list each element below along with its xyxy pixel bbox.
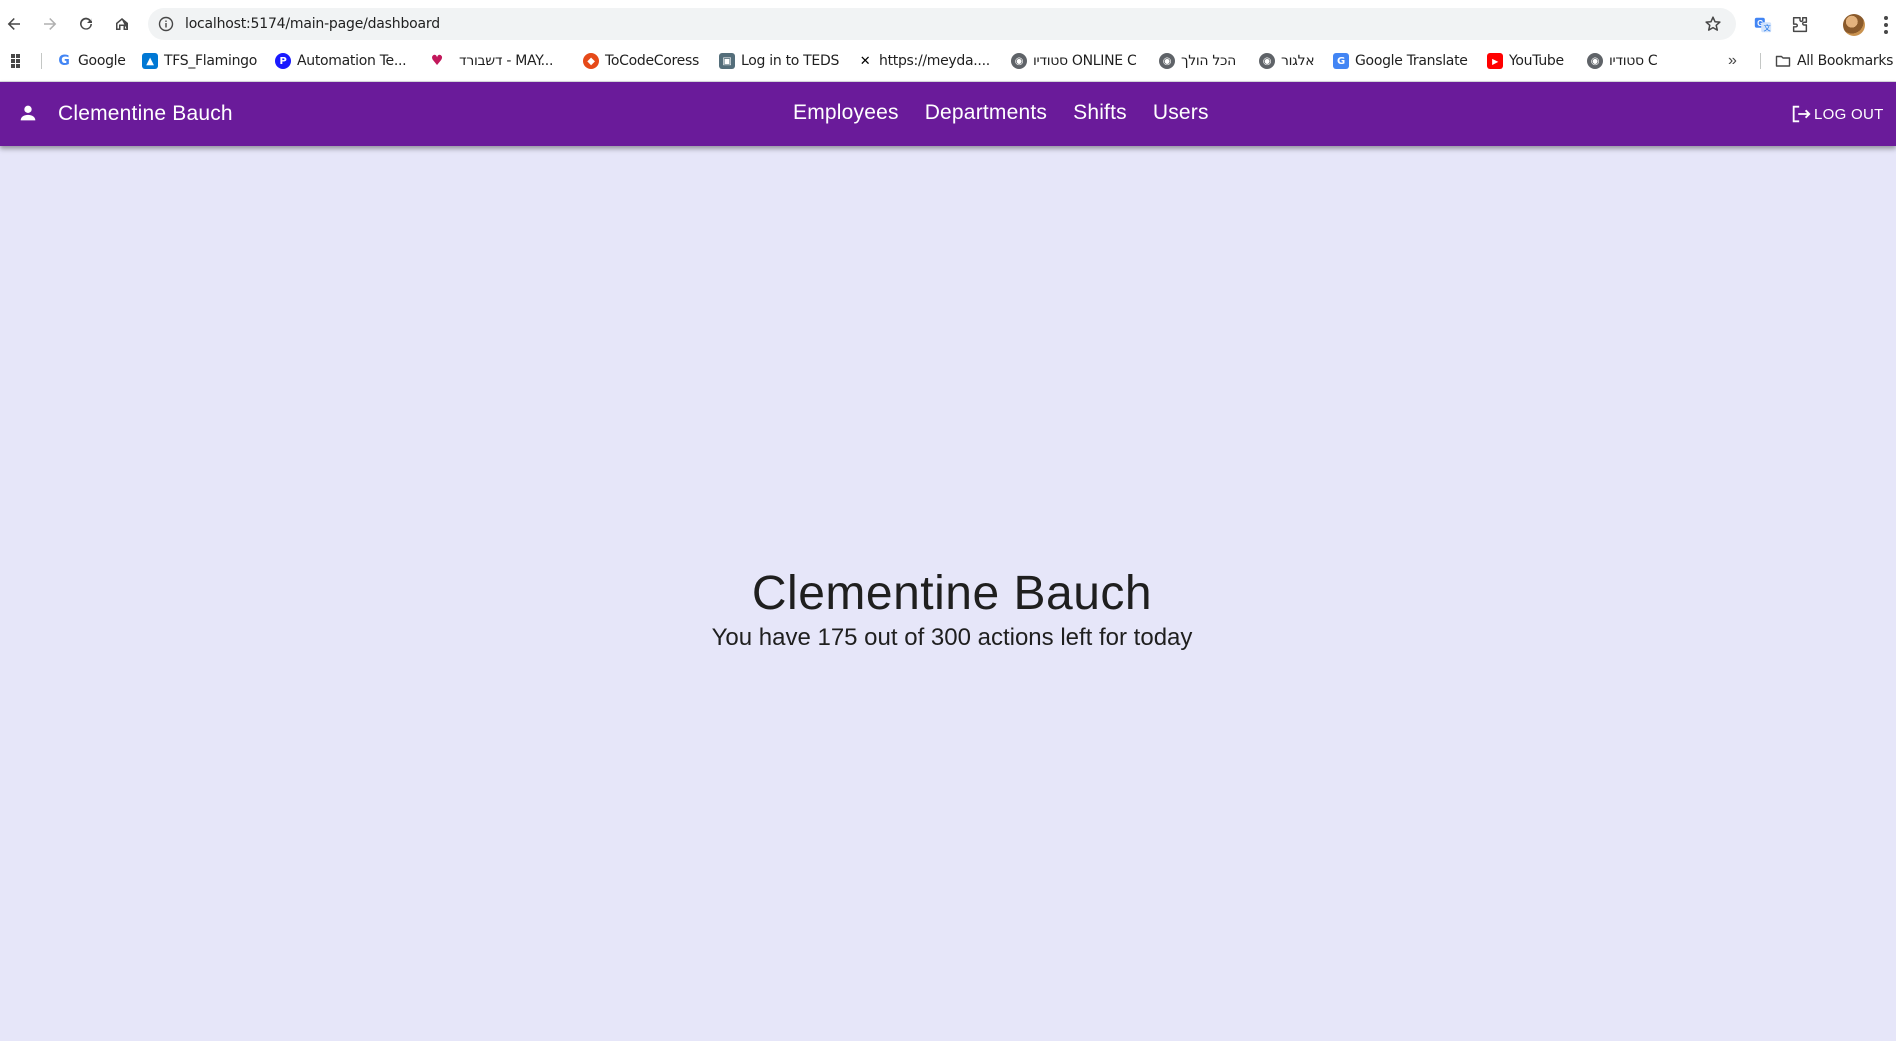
bookmark-label: Google bbox=[78, 53, 126, 69]
bookmark-teds[interactable]: ▣ Log in to TEDS bbox=[719, 51, 839, 71]
profile-avatar[interactable] bbox=[1843, 14, 1865, 36]
bookmark-google-translate[interactable]: G Google Translate bbox=[1333, 51, 1468, 71]
globe-icon: ◉ bbox=[1587, 53, 1603, 69]
app-bar: Clementine Bauch Employees Departments S… bbox=[0, 82, 1896, 146]
chevron-double-right-icon[interactable]: » bbox=[1728, 52, 1737, 70]
logout-button[interactable]: LOG OUT bbox=[1790, 103, 1884, 125]
main-nav: Employees Departments Shifts Users bbox=[793, 101, 1209, 127]
site-info-icon[interactable] bbox=[158, 16, 174, 32]
bookmark-label: ToCodeCoress bbox=[605, 53, 699, 69]
current-user-name: Clementine Bauch bbox=[58, 102, 233, 125]
bookmark-youtube[interactable]: ▶ YouTube bbox=[1487, 51, 1564, 71]
all-bookmarks[interactable]: All Bookmarks bbox=[1775, 51, 1893, 71]
bookmark-studio-online[interactable]: ◉ סטודיו ONLINE C bbox=[1011, 51, 1137, 71]
nav-employees[interactable]: Employees bbox=[793, 101, 899, 127]
youtube-icon: ▶ bbox=[1487, 53, 1503, 69]
extensions-puzzle-icon[interactable] bbox=[1789, 14, 1811, 36]
logout-icon bbox=[1792, 105, 1811, 123]
all-bookmarks-label: All Bookmarks bbox=[1797, 53, 1894, 69]
bookmark-label: סטודיו ONLINE C bbox=[1033, 53, 1137, 69]
svg-text:文: 文 bbox=[1763, 23, 1771, 32]
azure-devops-icon: ▲ bbox=[142, 53, 158, 69]
bookmarks-bar: G Google ▲ TFS_Flamingo P Automation Te.… bbox=[0, 48, 1896, 74]
bookmark-label: דשבורד - MAY... bbox=[459, 53, 554, 69]
dashboard-title: Clementine Bauch bbox=[751, 567, 1153, 620]
forward-arrow-icon[interactable] bbox=[38, 12, 62, 36]
apps-grid-icon[interactable] bbox=[10, 53, 26, 69]
heart-icon: ♥ bbox=[430, 53, 444, 69]
bookmark-tfs-flamingo[interactable]: ▲ TFS_Flamingo bbox=[142, 51, 257, 71]
p-icon: P bbox=[275, 53, 291, 69]
bookmarks-separator bbox=[1760, 53, 1761, 69]
bookmark-studio-c[interactable]: ◉ סטודיו C bbox=[1587, 51, 1658, 71]
folder-icon bbox=[1775, 53, 1791, 69]
url-text[interactable]: localhost:5174/main-page/dashboard bbox=[185, 16, 440, 32]
bookmark-label: YouTube bbox=[1509, 53, 1564, 69]
logout-label: LOG OUT bbox=[1814, 105, 1884, 123]
bookmark-label: TFS_Flamingo bbox=[164, 53, 258, 69]
browser-toolbar: localhost:5174/main-page/dashboard G文 bbox=[0, 5, 1896, 43]
translate-icon: G bbox=[1333, 53, 1349, 69]
bookmark-meyda[interactable]: ✕ https://meyda.... bbox=[857, 51, 990, 71]
tocode-icon: ◆ bbox=[583, 53, 599, 69]
reload-icon[interactable] bbox=[74, 12, 98, 36]
teds-icon: ▣ bbox=[719, 53, 735, 69]
bookmark-label: https://meyda.... bbox=[879, 53, 990, 69]
actions-left-text: You have 175 out of 300 actions left for… bbox=[711, 624, 1193, 651]
globe-icon: ◉ bbox=[1259, 53, 1275, 69]
x-icon: ✕ bbox=[859, 53, 871, 69]
browser-chrome: localhost:5174/main-page/dashboard G文 G … bbox=[0, 0, 1896, 82]
bookmark-automation[interactable]: P Automation Te... bbox=[275, 51, 407, 71]
bookmark-label: Automation Te... bbox=[297, 53, 407, 69]
bookmark-star-icon[interactable] bbox=[1704, 15, 1722, 33]
browser-menu-icon[interactable] bbox=[1884, 16, 1888, 34]
bookmark-label: סטודיו C bbox=[1609, 53, 1658, 69]
bookmark-tocode[interactable]: ◆ ToCodeCoress bbox=[583, 51, 699, 71]
google-icon: G bbox=[56, 53, 72, 69]
bookmark-label: אלגור bbox=[1281, 53, 1315, 69]
bookmark-label: Log in to TEDS bbox=[741, 53, 840, 69]
address-bar[interactable]: localhost:5174/main-page/dashboard bbox=[148, 8, 1736, 40]
bookmark-hakol-holech[interactable]: ◉ הכל הולך bbox=[1159, 51, 1236, 71]
bookmark-dashboard-may[interactable]: ♥ דשבורד - MAY... bbox=[429, 51, 554, 71]
globe-icon: ◉ bbox=[1159, 53, 1175, 69]
bookmark-google[interactable]: G Google bbox=[56, 51, 126, 71]
nav-users[interactable]: Users bbox=[1153, 101, 1209, 127]
home-icon[interactable] bbox=[110, 12, 134, 36]
dashboard-main: Clementine Bauch You have 175 out of 300… bbox=[0, 146, 1896, 1041]
back-arrow-icon[interactable] bbox=[2, 12, 26, 36]
nav-shifts[interactable]: Shifts bbox=[1073, 101, 1127, 127]
person-icon bbox=[17, 102, 39, 124]
bookmarks-separator bbox=[41, 53, 42, 69]
bookmark-algor[interactable]: ◉ אלגור bbox=[1259, 51, 1315, 71]
translate-extension-icon[interactable]: G文 bbox=[1752, 14, 1774, 36]
bookmark-label: הכל הולך bbox=[1181, 53, 1236, 69]
bookmark-label: Google Translate bbox=[1355, 53, 1468, 69]
nav-departments[interactable]: Departments bbox=[925, 101, 1047, 127]
globe-icon: ◉ bbox=[1011, 53, 1027, 69]
